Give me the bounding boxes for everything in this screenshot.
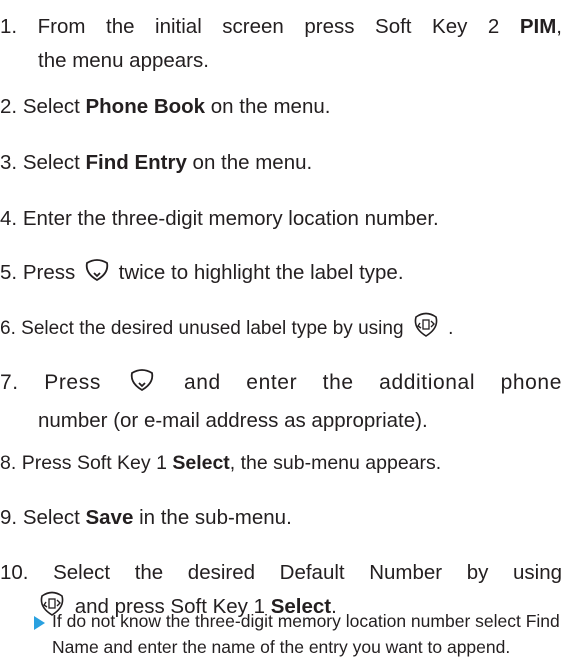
step-text: Select the desired Default Number by usi… xyxy=(53,561,562,584)
step-text: Select xyxy=(22,506,86,529)
step-number: 8. xyxy=(0,452,17,474)
tip-note: If do not know the three-digit memory lo… xyxy=(34,609,562,660)
step-number: 1. xyxy=(0,15,18,38)
step-text: twice to highlight the label type. xyxy=(118,261,404,284)
step-4: 4. Enter the three-digit memory location… xyxy=(0,202,562,236)
step-text: in the sub-menu. xyxy=(133,506,292,529)
step-6: 6. Select the desired unused label type … xyxy=(0,312,562,350)
step-text: and enter the additional phone xyxy=(183,371,562,394)
step-number: 3. xyxy=(0,151,18,174)
step-number: 7. xyxy=(0,371,19,394)
step-1-continuation: the menu appears. xyxy=(38,49,209,72)
step-number: 9. xyxy=(0,506,18,529)
step-1: 1. From the initial screen press Soft Ke… xyxy=(0,10,562,78)
key-label-select: Select xyxy=(172,452,230,474)
step-text: on the menu. xyxy=(186,151,313,174)
step-number: 10. xyxy=(0,561,29,584)
menu-item-find-entry: Find Entry xyxy=(85,151,187,174)
step-8: 8. Press Soft Key 1 Select, the sub-menu… xyxy=(0,446,562,480)
step-7-continuation: number (or e-mail address as appropriate… xyxy=(38,409,428,432)
step-5: 5. Press twice to highlight the label ty… xyxy=(0,256,562,294)
step-text: , the sub-menu appears. xyxy=(229,452,442,474)
menu-item-phone-book: Phone Book xyxy=(85,95,206,118)
menu-item-save: Save xyxy=(85,506,134,529)
step-text: Press xyxy=(44,371,101,394)
step-number: 4. xyxy=(0,207,18,230)
step-9: 9. Select Save in the sub-menu. xyxy=(0,501,562,535)
nav-scroll-key-icon xyxy=(412,312,440,350)
step-text: . xyxy=(448,318,454,339)
step-text: Press xyxy=(22,261,76,284)
step-number: 2. xyxy=(0,95,18,118)
step-1-line: 1. From the initial screen press Soft Ke… xyxy=(0,10,562,44)
step-number: 5. xyxy=(0,261,18,284)
step-10-line: 10. Select the desired Default Number by… xyxy=(0,556,562,590)
step-text: From the initial screen press Soft Key 2 xyxy=(37,15,520,38)
step-text: Enter the three-digit memory location nu… xyxy=(22,207,439,230)
nav-down-key-icon xyxy=(84,259,110,294)
step-7-line: 7. Press and enter the additional phone xyxy=(0,366,562,404)
step-text: , xyxy=(556,15,562,38)
nav-down-key-icon xyxy=(129,369,155,404)
step-text: Select xyxy=(22,95,86,118)
key-label-pim: PIM xyxy=(519,15,557,38)
arrow-bullet-icon xyxy=(34,616,45,630)
step-text: on the menu. xyxy=(205,95,331,118)
step-text: Press Soft Key 1 xyxy=(21,452,173,474)
step-2: 2. Select Phone Book on the menu. xyxy=(0,90,562,124)
step-text: Select xyxy=(22,151,86,174)
step-number: 6. xyxy=(0,318,16,339)
step-7: 7. Press and enter the additional phone … xyxy=(0,366,562,438)
instruction-page: 1. From the initial screen press Soft Ke… xyxy=(0,0,568,662)
step-text: Select the desired unused label type by … xyxy=(21,318,404,339)
step-3: 3. Select Find Entry on the menu. xyxy=(0,146,562,180)
tip-note-text: If do not know the three-digit memory lo… xyxy=(52,611,560,657)
